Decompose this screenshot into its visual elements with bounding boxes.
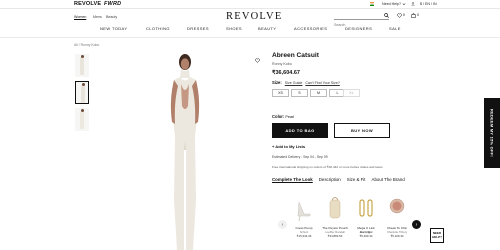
look-item-price: ₹15,334.36 [296, 234, 312, 238]
gender-tab-mens[interactable]: Mens [93, 15, 102, 19]
color-selection: Color: Pearl [272, 114, 294, 119]
look-item-price: ₹9,499.34 [359, 234, 373, 238]
look-item-price: ₹5,109.34 [390, 234, 404, 238]
nav-shoes[interactable]: SHOES [226, 26, 242, 31]
look-item-earrings[interactable]: Mega U Link Earrings Jenny Bird ₹9,499.3… [352, 194, 380, 248]
size-option-s[interactable]: S [291, 89, 308, 97]
gender-tab-women[interactable]: Women [74, 15, 86, 19]
gender-tab-beauty[interactable]: Beauty [106, 15, 117, 19]
look-item-image [389, 198, 405, 214]
promo-side-tab[interactable]: REDEEM MY 15% OFF! [484, 98, 500, 168]
main-nav: NEW TODAY CLOTHING DRESSES SHOES BEAUTY … [0, 26, 500, 34]
tab-complete-the-look[interactable]: Complete The Look [272, 177, 313, 182]
nav-new-today[interactable]: NEW TODAY [100, 26, 127, 31]
nav-sale[interactable]: SALE [389, 26, 401, 31]
product-thumbnail-selected[interactable] [75, 81, 89, 104]
wishlist-heart-icon[interactable] [397, 13, 402, 18]
product-designer-link[interactable]: Ronny Kobo [272, 62, 292, 66]
product-tabs: Complete The Look Description Size & Fit… [272, 177, 405, 182]
color-value: Pearl [285, 115, 295, 119]
look-item-image [329, 197, 341, 219]
add-to-wishlist-heart-icon[interactable] [255, 58, 260, 63]
size-header: Size: Size Guide Can't Find Your Size? [272, 80, 340, 85]
thumbnail-head [81, 83, 85, 86]
estimated-delivery: Estimated Delivery : Sep 04 - Sep 09 [272, 155, 328, 159]
product-main-image[interactable] [150, 50, 220, 250]
chevron-left-icon: ‹ [281, 221, 284, 228]
look-item-shoe[interactable]: Cress Pump Schutz ₹15,334.36 [290, 194, 318, 248]
site-logo[interactable]: REVOLVE [226, 11, 282, 22]
wishlist-count: 0 [403, 13, 405, 17]
tab-description[interactable]: Description [319, 177, 341, 182]
shipping-note: Free international shipping on orders of… [272, 165, 383, 169]
thumbnail-figure [80, 111, 84, 129]
size-option-m[interactable]: M [310, 89, 327, 97]
look-item-image [297, 201, 311, 222]
chevron-down-icon [402, 3, 406, 6]
brand-tab-fwrd[interactable]: FWRD [104, 1, 121, 7]
carousel-prev-button[interactable]: ‹ [278, 220, 287, 229]
cant-find-size-link[interactable]: Can't Find Your Size? [305, 81, 339, 85]
size-label: Size: [272, 80, 282, 85]
add-to-list-link[interactable]: + Add to My Lists [272, 144, 305, 149]
color-label: Color: [272, 114, 285, 119]
nav-clothing[interactable]: CLOTHING [146, 26, 170, 31]
currency-selector[interactable]: $ / EN / IN [420, 2, 437, 6]
search-icon[interactable] [384, 13, 389, 18]
promo-label: REDEEM MY 15% OFF! [489, 109, 494, 157]
thumbnail-figure [81, 85, 85, 103]
thumbnail-head [80, 55, 84, 58]
top-bar: REVOLVE FWRD Need Help? $ / EN / IN [0, 0, 500, 9]
breadcrumb[interactable]: All / Ronny Kobo [74, 43, 99, 47]
look-item-pouch[interactable]: The Peyton Pouch Loeffler Randall ₹34,88… [321, 194, 349, 248]
product-thumbnail[interactable] [75, 54, 89, 77]
nav-divider [0, 37, 500, 38]
nav-accessories[interactable]: ACCESSORIES [294, 26, 327, 31]
flag-icon [370, 2, 374, 6]
thumbnail-figure [80, 57, 84, 75]
carousel-next-button[interactable]: › [412, 220, 421, 229]
chevron-right-icon: › [415, 221, 418, 228]
cart-count: 0 [417, 13, 419, 17]
product-title: Abreen Catsuit [272, 52, 319, 59]
user-icon[interactable] [411, 2, 415, 6]
nav-dresses[interactable]: DRESSES [187, 26, 209, 31]
shopping-bag-icon[interactable] [411, 13, 416, 18]
look-item-blush[interactable]: Cheek To Chic Charlotte Tilbury ₹5,109.3… [383, 194, 411, 248]
size-guide-link[interactable]: Size Guide [285, 81, 303, 85]
brand-tab-revolve[interactable]: REVOLVE [74, 1, 101, 7]
tab-size-fit[interactable]: Size & Fit [347, 177, 366, 182]
add-to-bag-button[interactable]: ADD TO BAG [272, 123, 328, 138]
nav-designers[interactable]: DESIGNERS [345, 26, 372, 31]
search-field[interactable] [334, 13, 389, 28]
size-option-xs[interactable]: XS [272, 89, 289, 97]
buy-now-button[interactable]: BUY NOW [334, 123, 390, 138]
thumbnail-head [80, 109, 84, 112]
need-help-link[interactable]: Need Help? [382, 2, 401, 6]
product-price: ₹36,604.67 [272, 70, 300, 76]
look-item-price: ₹34,883.53 [327, 234, 343, 238]
nav-beauty[interactable]: BEAUTY [258, 26, 276, 31]
need-help-button[interactable]: NEED HELP? [430, 228, 444, 243]
tab-about-brand[interactable]: About The Brand [372, 177, 405, 182]
look-item-image [359, 199, 373, 217]
product-thumbnail[interactable] [75, 108, 89, 131]
size-option-xl-unavailable[interactable]: XL [343, 89, 360, 97]
utility-links: Need Help? $ / EN / IN [370, 2, 437, 6]
